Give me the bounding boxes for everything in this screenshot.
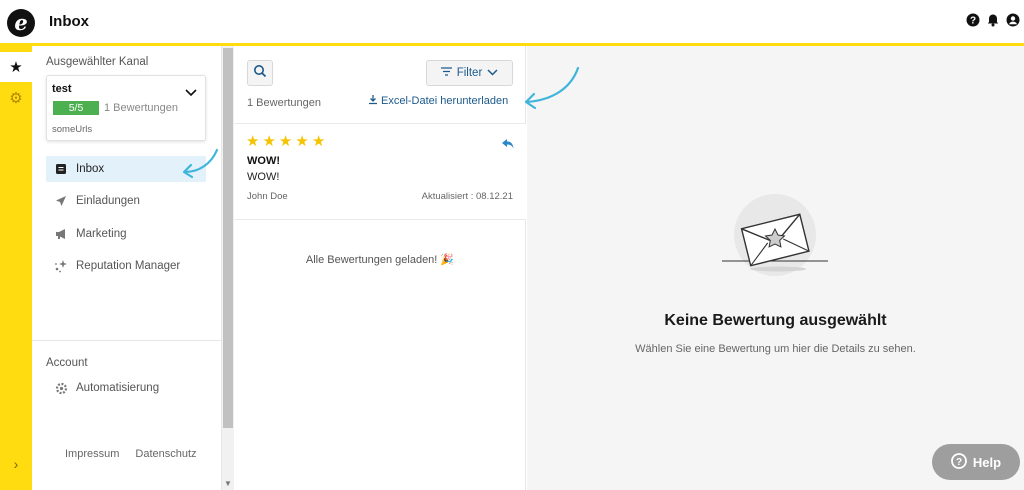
left-rail: ★ ⚙ › — [0, 46, 32, 490]
top-icons: ? — [966, 13, 1020, 27]
top-bar: e Inbox ? — [0, 0, 1024, 46]
sparkles-icon — [46, 259, 76, 273]
channel-selector[interactable]: test 5/5 1 Bewertungen someUrls — [46, 75, 206, 141]
review-count: 1 Bewertungen — [247, 97, 321, 109]
sidebar-item-inbox[interactable]: Inbox — [46, 156, 206, 182]
review-list-item[interactable]: ★ ★ ★ ★ ★ WOW! WOW! John Doe Aktualisiert : … — [234, 124, 526, 219]
sidebar-item-automatisierung[interactable]: Automatisierung — [46, 375, 206, 401]
star-icon: ★ — [295, 133, 309, 150]
sidebar-item-label: Marketing — [76, 228, 127, 240]
star-icon: ★ — [278, 133, 293, 150]
star-icon: ★ — [311, 133, 326, 150]
footer-links: Impressum Datenschutz — [65, 448, 197, 460]
svg-text:?: ? — [956, 457, 962, 468]
sidebar-item-reputation-manager[interactable]: Reputation Manager — [46, 253, 206, 279]
channel-name: test — [52, 83, 72, 95]
excel-download-link[interactable]: Excel-Datei herunterladen — [368, 94, 508, 108]
bell-icon[interactable] — [986, 13, 1000, 27]
scrollbar-thumb[interactable] — [223, 48, 233, 428]
envelope-star-illustration — [720, 191, 830, 276]
star-icon: ★ — [262, 133, 276, 150]
review-author: John Doe — [247, 191, 288, 202]
gear-automation-icon — [46, 382, 76, 395]
app-logo-icon[interactable]: e — [7, 9, 35, 37]
svg-text:?: ? — [970, 16, 976, 27]
sidebar-item-label: Reputation Manager — [76, 260, 181, 272]
question-circle-icon: ? — [951, 452, 967, 472]
channel-urls: someUrls — [52, 124, 93, 135]
inbox-icon — [46, 163, 76, 175]
sidebar-item-label: Automatisierung — [76, 382, 160, 394]
sidebar: Ausgewählter Kanal test 5/5 1 Bewertunge… — [32, 46, 221, 490]
sidebar-item-marketing[interactable]: Marketing — [46, 221, 206, 247]
sidebar-item-label: Einladungen — [76, 195, 140, 207]
account-label: Account — [46, 357, 88, 369]
channel-review-count: 1 Bewertungen — [104, 102, 178, 114]
empty-state-title: Keine Bewertung ausgewählt — [664, 312, 887, 329]
empty-state-subtitle: Wählen Sie eine Bewertung um hier die De… — [635, 343, 916, 355]
scroll-down-arrow-icon[interactable]: ▼ — [224, 479, 232, 488]
filter-label: Filter — [456, 67, 483, 79]
expand-chevron-icon[interactable]: › — [0, 456, 32, 472]
review-detail-pane: Keine Bewertung ausgewählt Wählen Sie ei… — [527, 46, 1024, 490]
search-icon — [253, 64, 267, 83]
sidebar-item-einladungen[interactable]: Einladungen — [46, 188, 206, 214]
star-icon: ★ — [246, 133, 260, 150]
sidebar-divider — [32, 340, 221, 341]
reviews-star-icon[interactable]: ★ — [0, 52, 32, 82]
help-label: Help — [972, 454, 1002, 470]
filter-lines-icon — [440, 67, 452, 79]
chevron-down-icon — [487, 67, 498, 79]
star-rating: ★ ★ ★ ★ ★ — [246, 134, 325, 149]
help-circle-icon[interactable]: ? — [966, 13, 980, 27]
excel-download-label: Excel-Datei herunterladen — [381, 95, 509, 107]
megaphone-icon — [46, 228, 76, 240]
review-text: WOW! — [247, 171, 280, 183]
datenschutz-link[interactable]: Datenschutz — [135, 448, 196, 460]
sidebar-scrollbar[interactable]: ▼ — [221, 46, 234, 490]
review-date: Aktualisiert : 08.12.21 — [421, 191, 513, 202]
page-title: Inbox — [49, 13, 89, 30]
all-loaded-message: Alle Bewertungen geladen! 🎉 — [305, 254, 455, 266]
filter-button[interactable]: Filter — [426, 60, 513, 86]
review-title: WOW! — [247, 155, 280, 167]
score-badge: 5/5 — [53, 101, 99, 115]
chevron-down-icon[interactable] — [185, 84, 197, 102]
list-separator — [234, 219, 526, 220]
download-icon — [368, 94, 378, 108]
review-list-pane: Filter 1 Bewertungen Excel-Datei herunte… — [234, 46, 526, 490]
sidebar-item-label: Inbox — [76, 163, 105, 175]
reply-icon[interactable] — [502, 136, 514, 154]
settings-gear-icon[interactable]: ⚙ — [0, 86, 32, 110]
channel-label: Ausgewählter Kanal — [46, 56, 149, 68]
help-button[interactable]: ? Help — [932, 444, 1020, 480]
paper-plane-icon — [46, 195, 76, 207]
search-button[interactable] — [247, 60, 273, 86]
impressum-link[interactable]: Impressum — [65, 448, 119, 460]
user-account-icon[interactable] — [1006, 13, 1020, 27]
